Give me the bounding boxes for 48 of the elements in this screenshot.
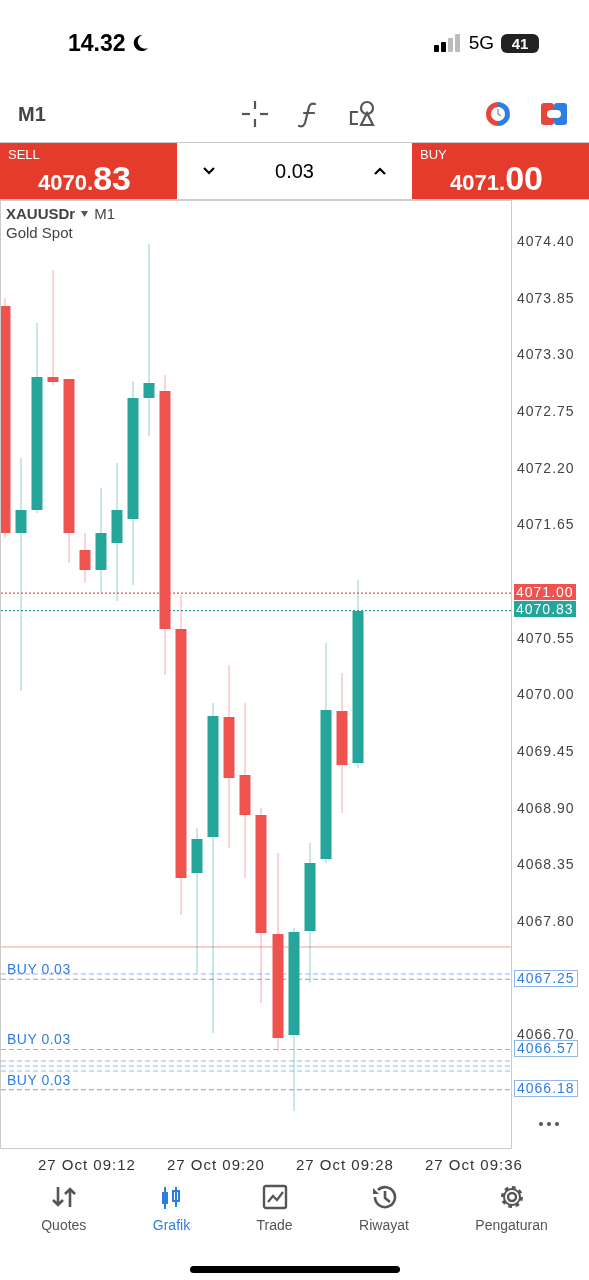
price-axis-label: 4071.65 [517,517,575,533]
clock-icon[interactable] [483,99,513,129]
battery-indicator: 41 [501,33,539,53]
time-axis-label: 27 Oct 09:36 [425,1155,524,1173]
price-axis-label: 4068.90 [517,800,575,816]
time-axis-label: 27 Oct 09:28 [296,1155,395,1173]
more-icon[interactable] [539,1122,559,1126]
order-label[interactable]: BUY 0.03 [7,961,71,978]
ask-price-tag: 4071.00 [514,583,576,600]
nav-tab[interactable]: Trade [256,1179,293,1249]
symbol-description: Gold Spot [6,224,74,241]
time-axis-label: 27 Oct 09:20 [167,1155,266,1173]
candle [79,532,91,584]
order-price-tag: 4066.18 [514,1080,578,1098]
sell-button[interactable]: SELL 4070.83 [0,143,177,199]
timeframe-button[interactable]: M1 [18,102,218,126]
order-label[interactable]: BUY 0.03 [7,1031,71,1048]
crosshair-icon[interactable] [240,99,270,129]
order-label[interactable]: BUY 0.03 [7,1071,71,1088]
price-axis-label: 4069.45 [517,743,575,759]
nav-tab[interactable]: Riwayat [359,1179,409,1249]
price-axis-label: 4072.75 [517,403,575,419]
price-axis-label: 4072.20 [517,460,575,476]
volume-field[interactable]: 0.03 [177,143,412,199]
line-chart-icon [260,1183,289,1211]
bid-price-tag: 4070.83 [514,601,576,618]
price-axis-label: 4067.80 [517,913,575,929]
price-axis-label: 4066.70 [517,1027,575,1043]
symbol-label[interactable]: XAUUSDr [6,205,76,222]
price-axis-label: 4073.85 [517,290,575,306]
nav-tab[interactable]: Grafik [152,1179,191,1249]
nav-tab[interactable]: Pengaturan [475,1179,548,1249]
nav-tab[interactable]: Quotes [41,1179,87,1249]
timeframe-label: M1 [94,205,116,222]
order-price-tag: 4066.57 [514,1040,578,1057]
price-axis-label: 4070.00 [517,687,575,703]
price-axis-label: 4070.55 [517,630,575,646]
caret-icon[interactable] [80,209,90,218]
price-axis-label: 4074.40 [517,234,575,249]
network-label: 5G [468,32,494,54]
time-axis-label: 27 Oct 09:12 [38,1155,137,1173]
chart-area[interactable]: XAUUSDr M1 Gold Spot BUY 0.03 BUY 0.03 BUY 0.03 [0,200,512,1149]
order-price-tag: 4067.25 [514,969,578,987]
buy-button[interactable]: BUY 4071.00 [412,143,589,199]
signal-icon [433,34,462,52]
price-axis-label: 4073.30 [517,347,575,363]
price-axis-label: 4068.35 [517,857,575,873]
clock-time: 14.32 [68,29,126,57]
